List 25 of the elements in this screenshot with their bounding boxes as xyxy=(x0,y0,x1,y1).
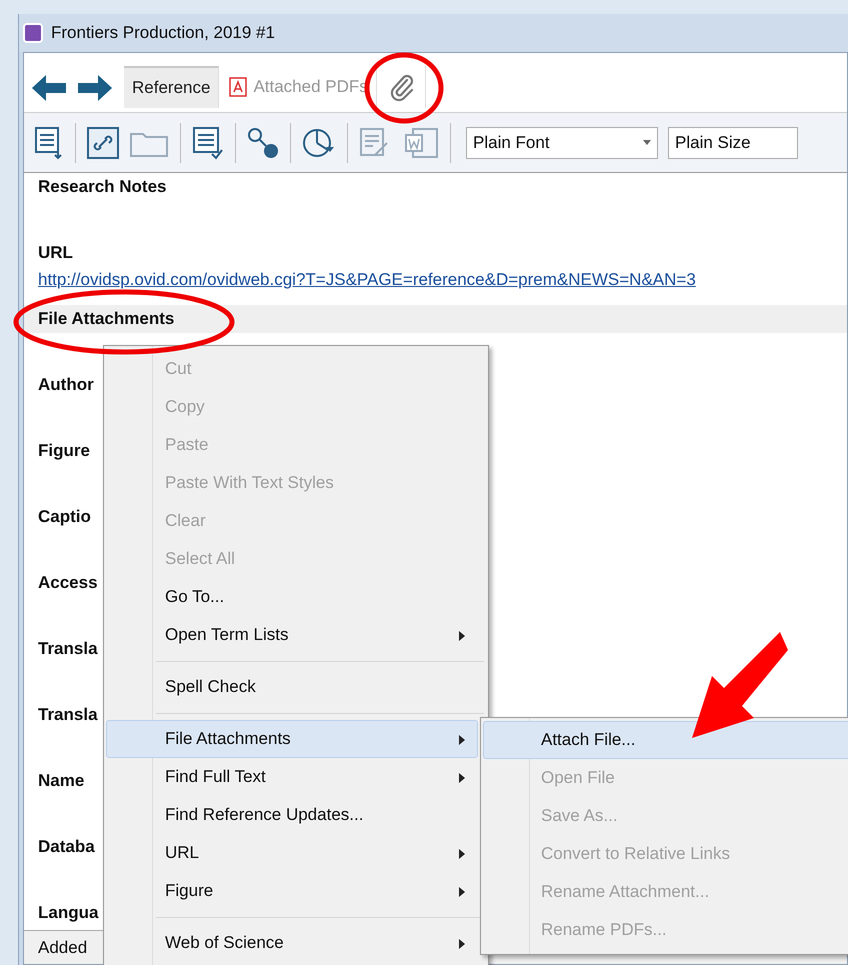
submenu-arrow-icon xyxy=(459,849,465,859)
menu-item[interactable]: Find Reference Updates... xyxy=(106,796,478,834)
submenu-arrow-icon xyxy=(459,887,465,897)
url-link[interactable]: http://ovidsp.ovid.com/ovidweb.cgi?T=JS&PAGE=reference&D=prem&NEWS=N&AN=3 xyxy=(38,267,696,292)
pie-chart-icon[interactable] xyxy=(302,126,336,158)
menu-item[interactable]: Attach File... xyxy=(483,721,848,759)
forward-arrow-icon[interactable] xyxy=(78,75,112,101)
field-label: File Attachments xyxy=(24,305,847,333)
document-check-icon[interactable] xyxy=(192,126,224,160)
submenu-arrow-icon xyxy=(459,939,465,949)
tab[interactable]: Reference xyxy=(124,66,220,108)
pdf-icon xyxy=(229,77,248,97)
dropdown-caret-icon xyxy=(643,140,651,145)
document-down-icon[interactable] xyxy=(34,126,64,160)
submenu-arrow-icon xyxy=(459,735,465,745)
size-dropdown[interactable]: Plain Size xyxy=(668,126,798,158)
link-icon[interactable] xyxy=(87,126,119,158)
window-title: Frontiers Production, 2019 #1 xyxy=(51,22,275,44)
font-dropdown[interactable]: Plain Font xyxy=(466,126,658,158)
connected-dots-icon[interactable] xyxy=(247,126,279,158)
submenu-arrow-icon xyxy=(459,773,465,783)
menu-item[interactable]: File Attachments xyxy=(106,720,478,758)
back-arrow-icon[interactable] xyxy=(32,75,66,101)
submenu-arrow-icon xyxy=(459,631,465,641)
app-logo-icon xyxy=(23,23,43,43)
